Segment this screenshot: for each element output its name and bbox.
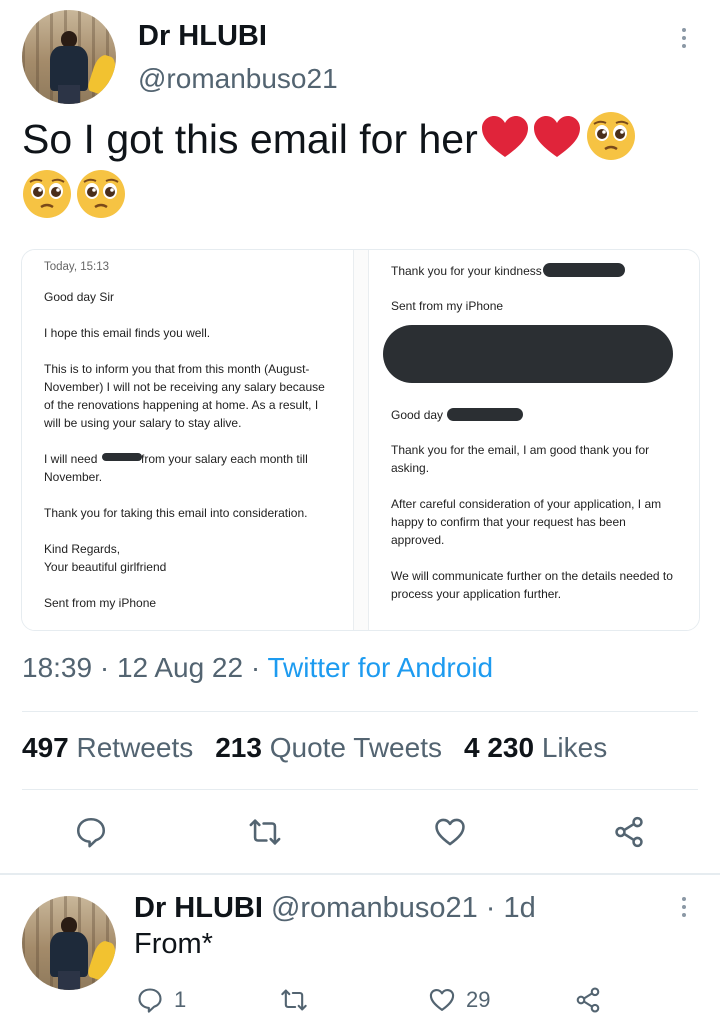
reply-retweet-button[interactable] — [280, 985, 308, 1015]
tweet-stats: 497 Retweets 213 Quote Tweets 4 230 Likes — [22, 732, 607, 764]
reply-author-handle[interactable]: @romanbuso21 — [271, 892, 478, 924]
heart-icon — [429, 989, 455, 1011]
redaction-bar — [447, 408, 523, 421]
email-screenshot-left[interactable]: Today, 15:13 Good day Sir I hope this em… — [22, 250, 354, 630]
email-good-day: Good day — [391, 408, 444, 422]
tweet-meta: 18:39 · 12 Aug 22 · Twitter for Android — [22, 652, 493, 684]
email-need-b: from your salary each month till — [141, 452, 308, 466]
likes-stat[interactable]: 4 230 Likes — [464, 732, 607, 763]
red-heart-emoji-icon — [533, 116, 580, 157]
pleading-face-emoji-icon — [77, 170, 125, 218]
share-icon[interactable] — [612, 815, 646, 849]
heart-icon[interactable] — [433, 815, 467, 849]
email-need-a: I will need — [44, 452, 98, 466]
email-date: Today, 15:13 — [44, 261, 110, 273]
email-thanks: Thank you for taking this email into con… — [44, 506, 308, 520]
reply-like-button[interactable]: 29 — [428, 985, 490, 1015]
author-name[interactable]: Dr HLUBI — [138, 20, 267, 53]
reply-count: 1 — [174, 987, 187, 1012]
tweet-source-link[interactable]: Twitter for Android — [267, 652, 493, 683]
reply-text: From* — [134, 928, 213, 960]
divider — [22, 711, 698, 712]
redaction-bar — [102, 453, 142, 461]
reply-age[interactable]: · 1d — [486, 892, 536, 924]
divider — [22, 789, 698, 790]
email-greeting: Good day Sir — [44, 290, 115, 304]
tweet-media[interactable]: Today, 15:13 Good day Sir I hope this em… — [21, 249, 700, 631]
divider — [0, 873, 720, 875]
tweet-text: So I got this email for her — [22, 110, 702, 226]
reply-author-header: Dr HLUBI @romanbuso21 · 1d — [134, 892, 536, 925]
retweet-icon — [281, 989, 307, 1011]
reply-share-button[interactable] — [574, 985, 602, 1015]
email-sent-from: Sent from my iPhone — [44, 596, 157, 610]
redaction-block — [383, 325, 673, 383]
reply-icon[interactable] — [74, 815, 108, 849]
media-gap — [354, 250, 368, 630]
quote-tweets-stat[interactable]: 213 Quote Tweets — [215, 732, 442, 763]
email-screenshot-right[interactable]: Thank you for your kindness Sent from my… — [368, 250, 699, 630]
redaction-bar — [543, 263, 625, 277]
reply-reply-button[interactable]: 1 — [136, 985, 186, 1015]
red-heart-emoji-icon — [481, 116, 528, 157]
reply-author-name[interactable]: Dr HLUBI — [134, 892, 263, 924]
share-icon — [576, 987, 600, 1013]
pleading-face-emoji-icon — [586, 112, 635, 160]
email-thanks-kindness: Thank you for your kindness — [391, 264, 542, 278]
email-sent-from: Sent from my iPhone — [391, 299, 504, 313]
reply-author-avatar[interactable] — [22, 896, 116, 990]
reply-icon — [138, 988, 162, 1013]
email-paragraph: This is to inform you that from this mon… — [44, 362, 325, 430]
tweet-timestamp[interactable]: 18:39 · 12 Aug 22 · — [22, 652, 267, 683]
email-reply-paragraph: Thank you for the email, I am good thank… — [391, 443, 650, 475]
email-reply-paragraph: After careful consideration of your appl… — [391, 497, 662, 547]
author-avatar[interactable] — [22, 10, 116, 104]
email-line: I hope this email finds you well. — [44, 326, 211, 340]
more-icon[interactable] — [681, 28, 687, 52]
more-icon[interactable] — [681, 897, 687, 921]
email-need-c: November. — [44, 470, 103, 484]
email-reply-paragraph: We will communicate further on the detai… — [391, 569, 673, 601]
email-signoff: Kind Regards, Your beautiful girlfriend — [44, 542, 167, 574]
pleading-face-emoji-icon — [23, 170, 71, 218]
retweet-icon[interactable] — [248, 815, 282, 849]
like-count: 29 — [466, 987, 491, 1012]
retweets-stat[interactable]: 497 Retweets — [22, 732, 193, 763]
tweet-text-content: So I got this email for her — [22, 116, 478, 162]
author-handle[interactable]: @romanbuso21 — [138, 63, 338, 95]
